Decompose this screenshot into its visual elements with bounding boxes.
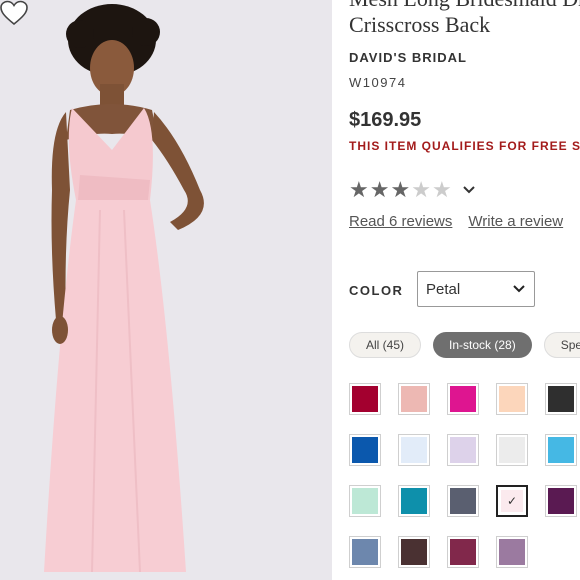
- free-shipping-note: THIS ITEM QUALIFIES FOR FREE SHIPPING: [349, 139, 580, 153]
- color-swatch-ivory-grey[interactable]: [496, 434, 528, 466]
- product-title-line-2: Crisscross Back: [349, 12, 491, 37]
- color-swatch-wine[interactable]: [349, 383, 381, 415]
- color-swatch-fill: [352, 437, 378, 463]
- color-swatch-pool[interactable]: [545, 434, 577, 466]
- star-rating: ★★★★★: [349, 178, 453, 202]
- color-swatch-fill: [352, 539, 378, 565]
- color-swatch-truffle[interactable]: [398, 536, 430, 568]
- heart-icon[interactable]: [0, 0, 28, 26]
- product-title: Mesh Long Bridesmaid Dress with Crisscro…: [349, 0, 580, 38]
- color-swatch-fill: [401, 539, 427, 565]
- color-swatch-fill: [401, 488, 427, 514]
- color-swatch-dusk-blue[interactable]: [349, 536, 381, 568]
- product-info-panel: Mesh Long Bridesmaid Dress with Crisscro…: [332, 0, 580, 580]
- color-swatch-plum[interactable]: [545, 485, 577, 517]
- color-swatch-oasis[interactable]: [398, 485, 430, 517]
- color-swatch-fill: [450, 437, 476, 463]
- color-swatch-blush[interactable]: [398, 383, 430, 415]
- color-swatch-fill: [401, 437, 427, 463]
- color-swatch-fill: [548, 437, 574, 463]
- star-icon: ★: [349, 177, 370, 202]
- color-swatch-fill: [450, 488, 476, 514]
- color-swatch-sangria[interactable]: [447, 536, 479, 568]
- color-swatch-fill: [548, 386, 574, 412]
- color-swatch-fill: [548, 488, 574, 514]
- color-swatch-fill: [352, 488, 378, 514]
- color-swatch-fill: [352, 386, 378, 412]
- color-filter-pills: All (45) In-stock (28) Special Order: [349, 332, 580, 358]
- color-swatch-petal[interactable]: ✓: [496, 485, 528, 517]
- star-icon: ★: [390, 177, 412, 202]
- model-illustration: [44, 4, 204, 573]
- product-price: $169.95: [349, 109, 422, 131]
- color-swatch-fill: [401, 386, 427, 412]
- color-swatch-victorian-lilac[interactable]: [496, 536, 528, 568]
- star-icon: ★: [369, 177, 391, 202]
- color-swatch-lilac[interactable]: [447, 434, 479, 466]
- color-swatch-black[interactable]: [545, 383, 577, 415]
- chevron-down-icon[interactable]: [462, 183, 476, 197]
- color-swatch-fill: [450, 539, 476, 565]
- color-swatch-fill: [499, 539, 525, 565]
- brand-name: DAVID'S BRIDAL: [349, 50, 467, 65]
- color-swatch-fill: [499, 437, 525, 463]
- star-empty-icon: ★: [431, 177, 453, 202]
- product-photo: [0, 0, 332, 580]
- color-swatch-mint[interactable]: [349, 485, 381, 517]
- color-select[interactable]: Petal: [417, 271, 535, 307]
- color-swatch-pewter[interactable]: [447, 485, 479, 517]
- color-swatch-peach[interactable]: [496, 383, 528, 415]
- filter-in-stock[interactable]: In-stock (28): [433, 332, 532, 358]
- filter-all[interactable]: All (45): [349, 332, 422, 358]
- filter-special-order[interactable]: Special Order: [543, 332, 580, 358]
- write-review-link[interactable]: Write a review: [468, 213, 563, 230]
- color-swatch-fill: [450, 386, 476, 412]
- color-swatch-fuchsia[interactable]: [447, 383, 479, 415]
- color-label: COLOR: [349, 283, 404, 298]
- chevron-down-icon: [513, 285, 525, 293]
- review-links: Read 6 reviews Write a review: [349, 213, 563, 230]
- color-swatch-royal[interactable]: [349, 434, 381, 466]
- product-title-line-1: Mesh Long Bridesmaid Dress with: [349, 0, 580, 12]
- product-sku: W10974: [349, 75, 407, 90]
- star-empty-icon: ★: [411, 177, 432, 202]
- check-icon: ✓: [507, 494, 518, 508]
- color-swatch-fill: [499, 386, 525, 412]
- read-reviews-link[interactable]: Read 6 reviews: [349, 213, 452, 230]
- color-swatch-ice-blue[interactable]: [398, 434, 430, 466]
- color-select-value: Petal: [426, 280, 461, 298]
